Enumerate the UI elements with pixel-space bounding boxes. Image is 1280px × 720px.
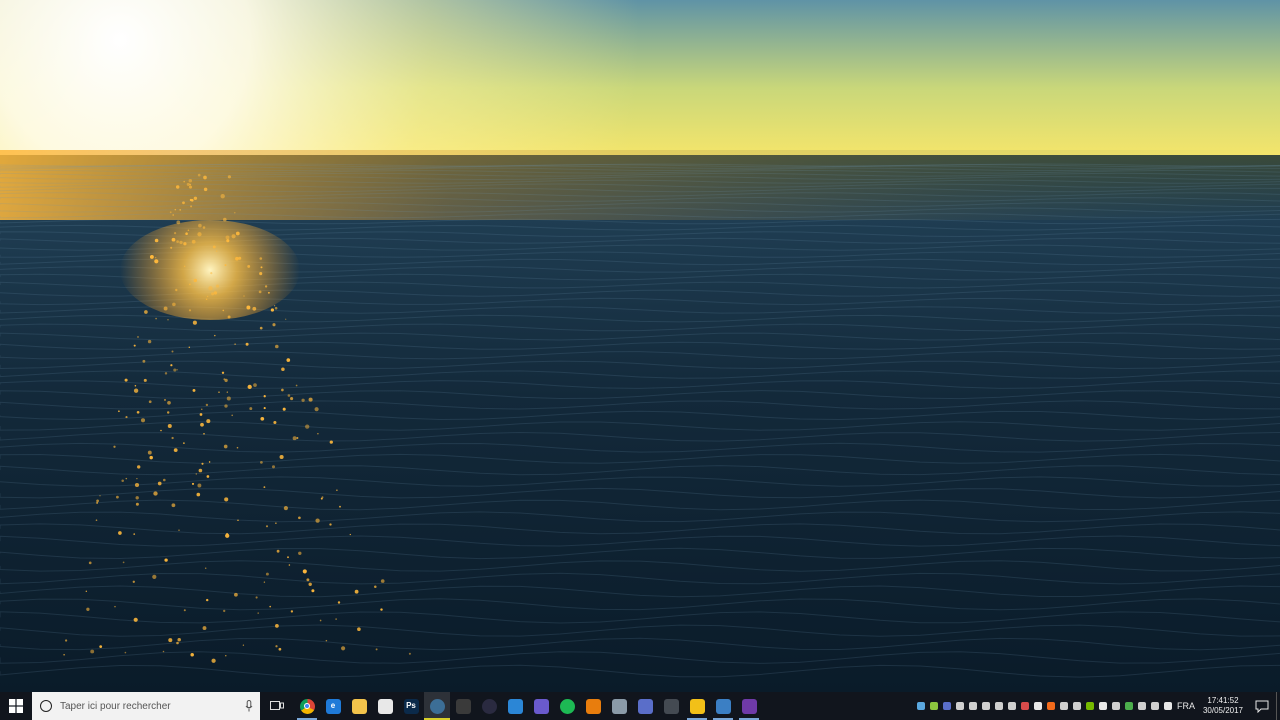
system-tray xyxy=(914,692,1174,720)
tray-cloud-icon[interactable] xyxy=(1070,692,1083,720)
tray-steam-icon-glyph xyxy=(1137,702,1146,710)
taskbar-apps: e Ps xyxy=(294,692,762,720)
start-button[interactable] xyxy=(0,692,32,720)
taskbar-app-media-player[interactable] xyxy=(528,692,554,720)
tray-gpu-icon[interactable] xyxy=(914,692,927,720)
clock-date: 30/05/2017 xyxy=(1202,706,1244,715)
tray-pen-icon-glyph xyxy=(955,702,964,710)
tray-network-icon[interactable] xyxy=(979,692,992,720)
folder-icon xyxy=(351,698,367,714)
clock-time: 17:41:52 xyxy=(1207,696,1239,705)
taskbar-app-steam[interactable] xyxy=(424,692,450,720)
blender-icon xyxy=(585,698,601,714)
photoshop-icon: Ps xyxy=(403,698,419,714)
tray-circle-icon-glyph xyxy=(1059,702,1068,710)
tray-volume-icon-glyph xyxy=(1163,702,1172,710)
speaker-icon xyxy=(455,698,471,714)
tray-game-icon-glyph xyxy=(1007,702,1016,710)
windows-logo-icon xyxy=(9,699,23,713)
visual-studio-icon xyxy=(741,698,757,714)
tray-drive-icon-glyph xyxy=(1124,702,1133,710)
taskbar-app-unknown-yellow-app[interactable] xyxy=(684,692,710,720)
search-placeholder: Taper ici pour rechercher xyxy=(60,700,171,712)
taskbar-app-visual-studio-code[interactable] xyxy=(502,692,528,720)
tray-dropbox-icon-glyph xyxy=(1098,702,1107,710)
taskbar-app-store[interactable] xyxy=(372,692,398,720)
tray-shield-icon-glyph xyxy=(994,702,1003,710)
tray-paint-icon[interactable] xyxy=(1018,692,1031,720)
tray-origin-icon-glyph xyxy=(1046,702,1055,710)
tray-chat-icon-glyph xyxy=(942,702,951,710)
tray-circle-icon[interactable] xyxy=(1057,692,1070,720)
tray-usb-icon[interactable] xyxy=(1109,692,1122,720)
taskbar-app-visual-studio[interactable] xyxy=(736,692,762,720)
cortana-ring-icon xyxy=(40,700,52,712)
taskbar-app-obs[interactable] xyxy=(476,692,502,720)
store-bag-icon xyxy=(377,698,393,714)
show-desktop-button[interactable] xyxy=(1276,692,1280,720)
tray-monitor-icon-glyph xyxy=(1150,702,1159,710)
action-center-icon xyxy=(1255,700,1269,713)
tray-chat-icon[interactable] xyxy=(940,692,953,720)
tray-nvidia-icon-glyph xyxy=(1085,702,1094,710)
desktop-wallpaper xyxy=(0,0,1280,692)
obs-icon xyxy=(481,698,497,714)
tray-dropbox-icon[interactable] xyxy=(1096,692,1109,720)
taskbar-app-chrome[interactable] xyxy=(294,692,320,720)
steam-icon xyxy=(429,698,445,714)
tray-leaf-icon[interactable] xyxy=(927,692,940,720)
taskbar-app-file-explorer[interactable] xyxy=(346,692,372,720)
microphone-icon[interactable] xyxy=(244,699,254,713)
tray-paint-icon-glyph xyxy=(1020,702,1029,710)
monitor-icon xyxy=(611,698,627,714)
action-center-button[interactable] xyxy=(1248,692,1276,720)
spotify-icon xyxy=(559,698,575,714)
tray-usb-icon-glyph xyxy=(1111,702,1120,710)
taskbar-app-blender[interactable] xyxy=(580,692,606,720)
tray-network-icon-glyph xyxy=(981,702,990,710)
taskbar-app-discord[interactable] xyxy=(632,692,658,720)
tray-pen-icon[interactable] xyxy=(953,692,966,720)
edge-icon: e xyxy=(325,698,341,714)
vs-code-icon xyxy=(507,698,523,714)
puzzle-icon xyxy=(689,698,705,714)
taskbar-app-remote-desktop[interactable] xyxy=(606,692,632,720)
tray-record-icon-glyph xyxy=(1033,702,1042,710)
tray-game-icon[interactable] xyxy=(1005,692,1018,720)
tray-steam-icon[interactable] xyxy=(1135,692,1148,720)
tray-origin-icon[interactable] xyxy=(1044,692,1057,720)
tray-text-icon-glyph xyxy=(968,702,977,710)
discord-icon xyxy=(637,698,653,714)
tray-drive-icon[interactable] xyxy=(1122,692,1135,720)
ocean-sunset-image xyxy=(0,0,1280,692)
clock[interactable]: 17:41:52 30/05/2017 xyxy=(1198,696,1248,716)
tray-text-icon[interactable] xyxy=(966,692,979,720)
media-player-icon xyxy=(533,698,549,714)
task-view-icon xyxy=(270,701,284,710)
chrome-icon xyxy=(299,698,315,714)
gauge-icon xyxy=(663,698,679,714)
tray-leaf-icon-glyph xyxy=(929,702,938,710)
tray-shield-icon[interactable] xyxy=(992,692,1005,720)
tray-monitor-icon[interactable] xyxy=(1148,692,1161,720)
tray-cloud-icon-glyph xyxy=(1072,702,1081,710)
grid-app-icon xyxy=(715,698,731,714)
taskbar: Taper ici pour rechercher e Ps FRA 17:41:… xyxy=(0,692,1280,720)
taskbar-app-speedometer[interactable] xyxy=(658,692,684,720)
language-indicator[interactable]: FRA xyxy=(1174,701,1198,711)
taskbar-app-photoshop[interactable]: Ps xyxy=(398,692,424,720)
tray-record-icon[interactable] xyxy=(1031,692,1044,720)
taskbar-app-spotify[interactable] xyxy=(554,692,580,720)
taskbar-app-media-app[interactable] xyxy=(450,692,476,720)
tray-nvidia-icon[interactable] xyxy=(1083,692,1096,720)
tray-gpu-icon-glyph xyxy=(916,702,925,710)
search-box[interactable]: Taper ici pour rechercher xyxy=(32,692,260,720)
taskbar-app-unknown-blue-app[interactable] xyxy=(710,692,736,720)
task-view-button[interactable] xyxy=(260,692,294,720)
taskbar-app-edge[interactable]: e xyxy=(320,692,346,720)
tray-volume-icon[interactable] xyxy=(1161,692,1174,720)
